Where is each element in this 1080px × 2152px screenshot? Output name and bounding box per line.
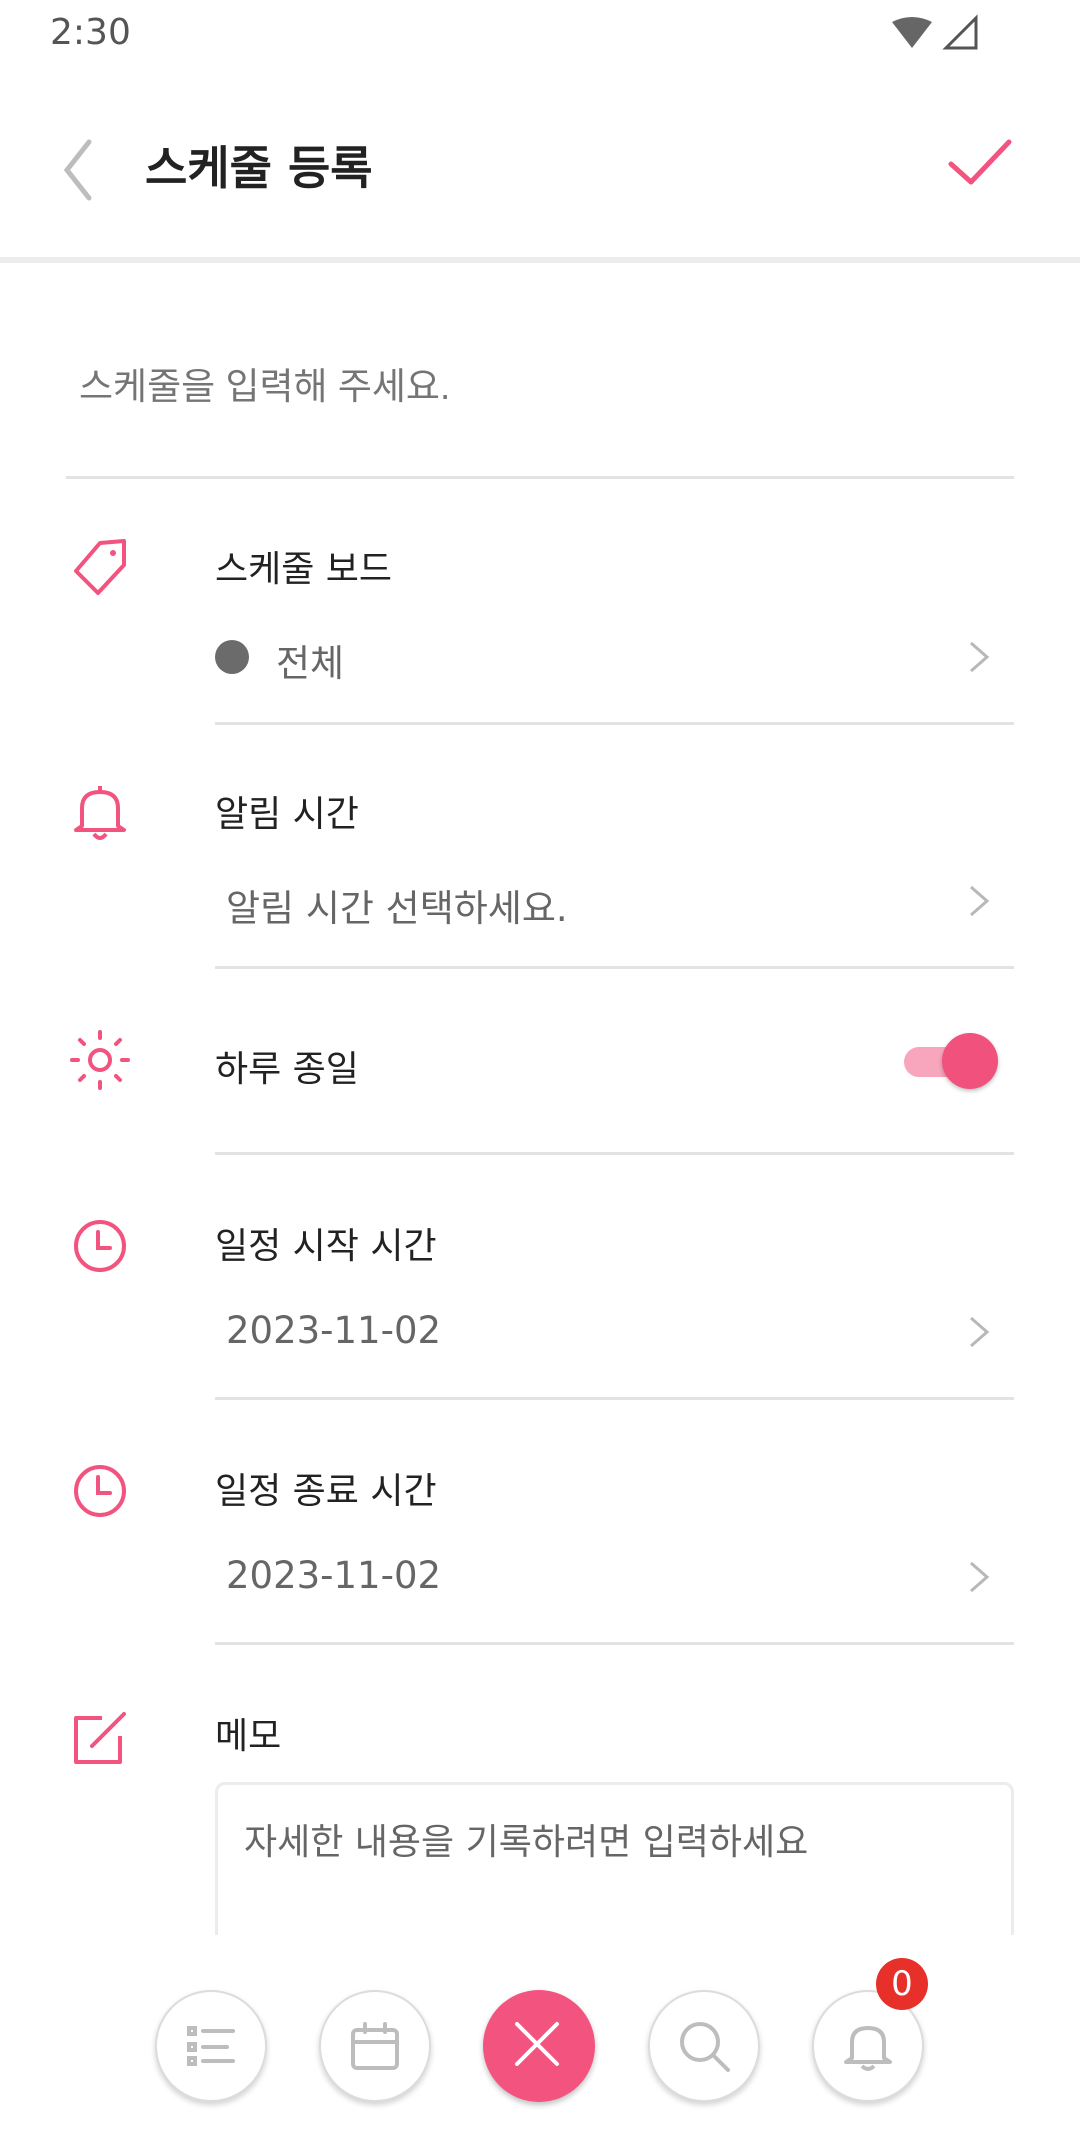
close-button[interactable]	[483, 1990, 595, 2102]
memo-placeholder: 자세한 내용을 기록하려면 입력하세요	[244, 1822, 809, 1863]
toggle-knob	[942, 1033, 998, 1089]
alarm-value: 알림 시간 선택하세요.	[226, 887, 568, 930]
list-button[interactable]	[155, 1990, 267, 2102]
bell-icon	[844, 2026, 892, 2071]
app-bar: 스케줄 등록	[0, 70, 1080, 260]
end-time-label: 일정 종료 시간	[215, 1471, 437, 1512]
search-icon	[680, 2022, 730, 2072]
signal-wifi-icon	[892, 14, 978, 50]
board-divider	[215, 722, 1014, 725]
alarm-label: 알림 시간	[215, 794, 359, 835]
notification-badge: 0	[876, 1958, 928, 2010]
list-icon	[187, 2026, 235, 2066]
clock-icon	[74, 1220, 126, 1272]
board-value: 전체	[276, 642, 345, 685]
status-time: 2:30	[50, 12, 131, 53]
end-time-divider	[215, 1642, 1014, 1645]
memo-label: 메모	[215, 1716, 282, 1757]
edit-icon	[74, 1712, 126, 1764]
board-color-dot	[215, 640, 249, 674]
all-day-toggle[interactable]	[900, 1033, 1000, 1089]
sun-icon	[70, 1030, 130, 1090]
clock-icon	[74, 1465, 126, 1517]
start-time-divider	[215, 1397, 1014, 1400]
start-time-label: 일정 시작 시간	[215, 1226, 437, 1267]
status-bar: 2:30	[0, 0, 1080, 70]
search-button[interactable]	[648, 1990, 760, 2102]
chevron-right-icon	[970, 641, 990, 673]
start-time-value: 2023-11-02	[226, 1309, 442, 1352]
input-underline	[66, 476, 1014, 479]
bell-icon	[74, 786, 126, 840]
chevron-right-icon	[970, 1316, 990, 1348]
calendar-button[interactable]	[319, 1990, 431, 2102]
chevron-right-icon	[970, 885, 990, 917]
page-title: 스케줄 등록	[145, 141, 373, 195]
calendar-icon	[351, 2022, 399, 2070]
schedule-title-input[interactable]	[77, 365, 981, 409]
all-day-divider	[215, 1152, 1014, 1155]
confirm-check-icon[interactable]	[945, 130, 1015, 200]
alarm-divider	[215, 966, 1014, 969]
header-divider	[0, 257, 1080, 263]
end-time-value: 2023-11-02	[226, 1554, 442, 1597]
tag-icon	[74, 539, 126, 595]
all-day-label: 하루 종일	[215, 1049, 359, 1090]
close-icon	[515, 2022, 559, 2066]
board-label: 스케줄 보드	[215, 549, 393, 590]
back-arrow-icon[interactable]	[55, 130, 115, 210]
chevron-right-icon	[970, 1561, 990, 1593]
